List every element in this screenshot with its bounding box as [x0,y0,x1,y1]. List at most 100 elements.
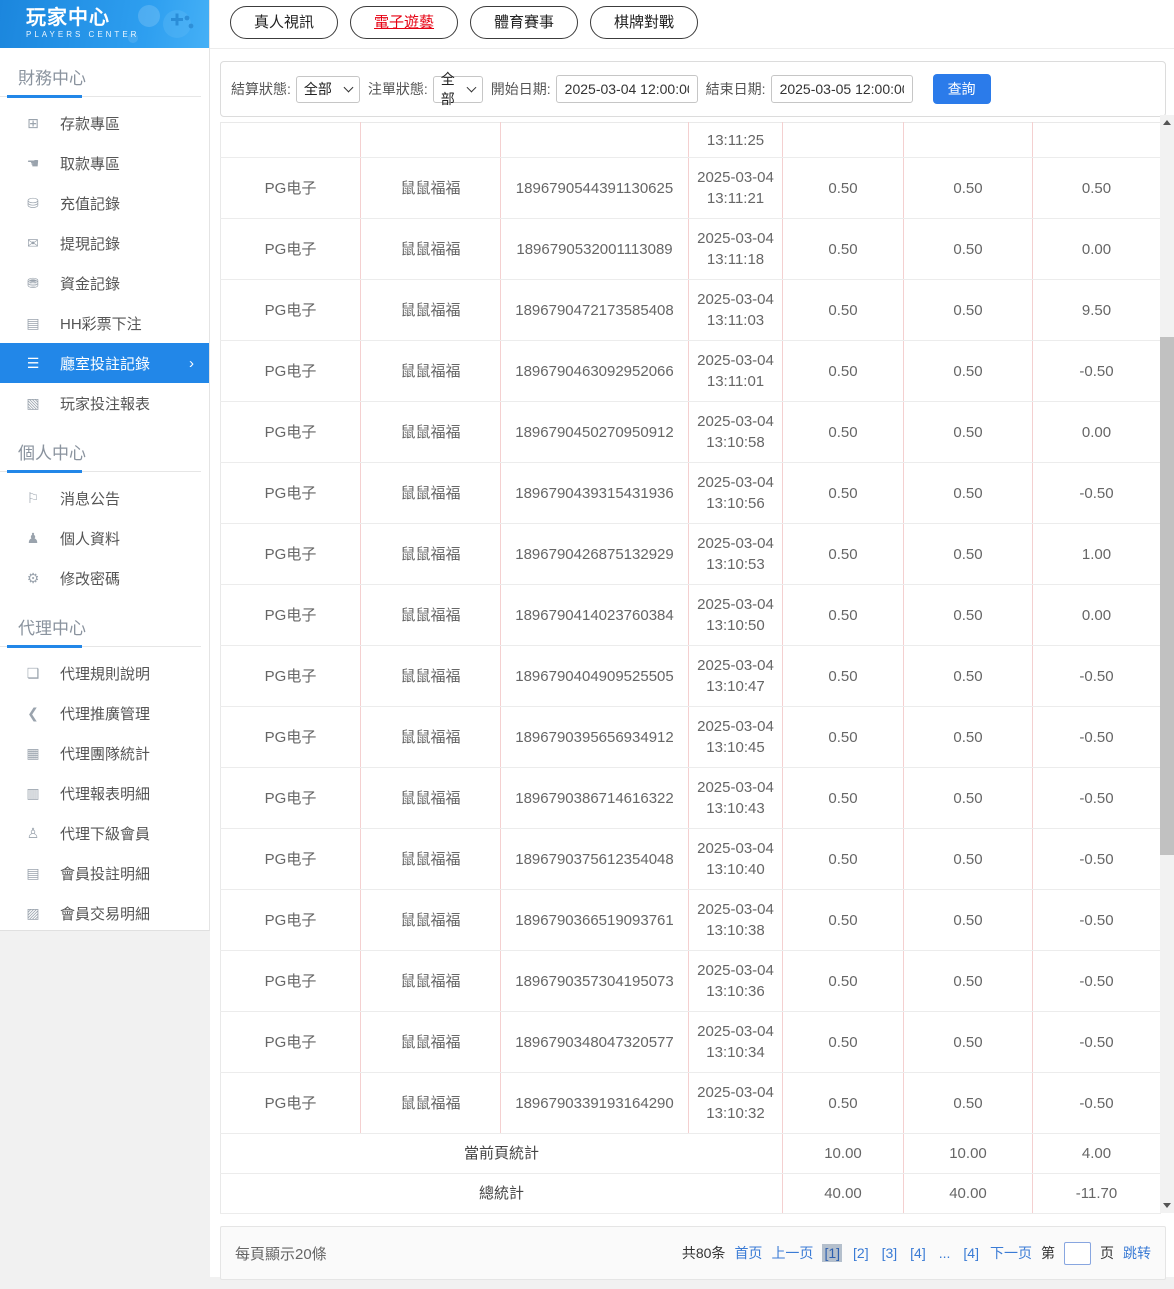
sidebar-item-announcements[interactable]: ⚐ 消息公告 [0,478,209,518]
game-name-cell: 鼠鼠福福 [360,889,501,951]
table-row: PG电子 鼠鼠福福 1896790414023760384 2025-03-04… [220,584,1161,646]
first-page-link[interactable]: 首页 [734,1243,762,1263]
page-button-2[interactable]: [2] [851,1244,871,1262]
valid-bet-cell: 0.50 [903,340,1033,402]
main-content: 真人視訊 電子遊藝 體育賽事 棋牌對戰 結算狀態: 全部 注單狀態: 全部 開始… [210,0,1174,1280]
valid-bet-cell: 0.50 [903,1011,1033,1073]
start-date-input[interactable] [555,75,698,103]
settle-status-value: 全部 [303,81,332,97]
provider-cell: PG电子 [220,218,361,280]
query-button[interactable]: 查詢 [932,74,991,104]
page-button-4[interactable]: [4] [908,1244,928,1262]
table-row: PG电子 鼠鼠福福 1896790544391130625 2025-03-04… [220,157,1161,219]
sidebar-item-funds-records[interactable]: ⛃ 資金記錄 [0,263,209,303]
sidebar-item-hh-lottery-bets[interactable]: ▤ HH彩票下注 [0,303,209,343]
heading-underline [0,645,201,648]
valid-bet-cell: 0.50 [903,157,1033,219]
bet-date: 2025-03-04 [697,291,774,308]
bet-amount-cell: 0.50 [782,828,904,890]
provider-cell: PG电子 [220,340,361,402]
bet-clock: 13:11:03 [706,312,765,329]
bet-amount-cell: 0.50 [782,340,904,402]
sidebar: 玩家中心 PLAYERS CENTER 財務中心 ⊞ 存款專區 ☚ 取款專區 ⛁… [0,0,210,931]
prev-page-link[interactable]: 上一页 [771,1243,813,1263]
bet-clock: 13:11:18 [706,251,765,268]
valid-bet-cell: 0.50 [903,889,1033,951]
bet-amount-cell: 0.50 [782,157,904,219]
sidebar-item-label: 代理推廣管理 [60,705,151,723]
order-status-select[interactable]: 全部 [432,71,483,107]
end-date-input[interactable] [770,75,913,103]
pagination-bar: 每頁顯示20條 共80条 首页 上一页 [1] [2] [3] [4] ... … [220,1226,1166,1280]
bet-clock: 13:10:36 [706,983,765,1000]
sidebar-item-change-password[interactable]: ⚙ 修改密碼 [0,558,209,598]
sidebar-item-agent-report-detail[interactable]: ▥ 代理報表明細 [0,773,209,813]
settle-status-select[interactable]: 全部 [295,75,360,103]
sidebar-item-agent-rules[interactable]: ❏ 代理規則說明 [0,653,209,693]
person-icon: ♟ [26,529,40,546]
provider-cell: PG电子 [220,462,361,524]
bet-amount-cell: 0.50 [782,706,904,768]
bet-clock: 13:10:34 [706,1044,765,1061]
order-number-cell: 1896790439315431936 [500,462,689,524]
tab-electronic-games[interactable]: 電子遊藝 [350,6,459,39]
bet-date: 2025-03-04 [697,535,774,552]
game-name-cell: 鼠鼠福福 [360,401,501,463]
bet-time-cell: 2025-03-04 13:10:58 [688,401,783,463]
order-number-cell: 1896790532001113089 [500,218,689,280]
sidebar-item-label: 取款專區 [60,155,121,173]
sidebar-item-player-bet-report[interactable]: ▧ 玩家投注報表 [0,383,209,423]
page-jump-input[interactable] [1064,1241,1091,1265]
sidebar-item-recharge-records[interactable]: ⛁ 充值記錄 [0,183,209,223]
bet-time-cell: 2025-03-04 13:10:50 [688,584,783,646]
bet-time-cell: 2025-03-04 13:10:53 [688,523,783,585]
bet-date: 2025-03-04 [697,230,774,247]
bet-time-cell: 2025-03-04 13:11:21 [688,157,783,219]
page-summary-bet: 10.00 [782,1133,904,1174]
sidebar-item-room-bet-records[interactable]: ☰ 廳室投註記錄 › [0,343,209,383]
game-name-cell: 鼠鼠福福 [360,523,501,585]
sidebar-group-finance: 財務中心 ⊞ 存款專區 ☚ 取款專區 ⛁ 充值記錄 ✉ 提現記錄 ⛃ 資金記錄 … [0,48,209,423]
scroll-up-arrow-icon[interactable] [1160,115,1174,130]
tab-live-video[interactable]: 真人視訊 [230,6,339,39]
scroll-down-arrow-icon[interactable] [1160,1198,1174,1213]
bet-amount-cell: 0.50 [782,218,904,280]
next-page-link[interactable]: 下一页 [990,1243,1032,1263]
game-name-cell: 鼠鼠福福 [360,828,501,890]
provider-cell: PG电子 [220,1072,361,1134]
sidebar-item-withdraw-zone[interactable]: ☚ 取款專區 [0,143,209,183]
table-scrollbar[interactable] [1160,115,1174,1213]
sidebar-item-member-transaction-detail[interactable]: ▨ 會員交易明細 [0,893,209,933]
jump-button[interactable]: 跳转 [1123,1243,1151,1263]
bet-amount-cell: 0.50 [782,645,904,707]
page-ellipsis[interactable]: ... [937,1244,953,1262]
sidebar-group-agent: 代理中心 ❏ 代理規則說明 ❮ 代理推廣管理 ▦ 代理團隊統計 ▥ 代理報表明細… [0,598,209,933]
bet-date: 2025-03-04 [697,596,774,613]
group-heading: 財務中心 [18,69,86,88]
sidebar-item-profile[interactable]: ♟ 個人資料 [0,518,209,558]
tab-sports-events[interactable]: 體育賽事 [470,6,579,39]
tab-board-card-battle[interactable]: 棋牌對戰 [590,6,699,39]
page-button-1[interactable]: [1] [822,1244,843,1262]
page-summary-win-loss: 4.00 [1032,1133,1161,1174]
page-button-4b[interactable]: [4] [961,1244,981,1262]
bet-time-cell: 2025-03-04 13:10:32 [688,1072,783,1134]
win-loss-cell: -0.50 [1032,706,1161,768]
sidebar-item-agent-team-stats[interactable]: ▦ 代理團隊統計 [0,733,209,773]
total-summary-bet: 40.00 [782,1173,904,1214]
bet-clock: 13:10:32 [706,1105,765,1122]
order-number-cell: 1896790463092952066 [500,340,689,402]
filter-bar: 結算狀態: 全部 注單狀態: 全部 開始日期: 結束日期: 查詢 [220,61,1166,117]
win-loss-cell: 1.00 [1032,523,1161,585]
sidebar-item-member-bet-detail[interactable]: ▤ 會員投註明細 [0,853,209,893]
sidebar-header: 玩家中心 PLAYERS CENTER [0,0,209,48]
scrollbar-thumb[interactable] [1160,337,1174,855]
sidebar-item-agent-subordinate-members[interactable]: ♙ 代理下級會員 [0,813,209,853]
sidebar-item-deposit-zone[interactable]: ⊞ 存款專區 [0,103,209,143]
table-row: PG电子 鼠鼠福福 1896790472173585408 2025-03-04… [220,279,1161,341]
order-number-cell: 1896790375612354048 [500,828,689,890]
page-button-3[interactable]: [3] [880,1244,900,1262]
bet-time-cell: 2025-03-04 13:10:36 [688,950,783,1012]
sidebar-item-withdrawal-records[interactable]: ✉ 提現記錄 [0,223,209,263]
sidebar-item-agent-promotion[interactable]: ❮ 代理推廣管理 [0,693,209,733]
